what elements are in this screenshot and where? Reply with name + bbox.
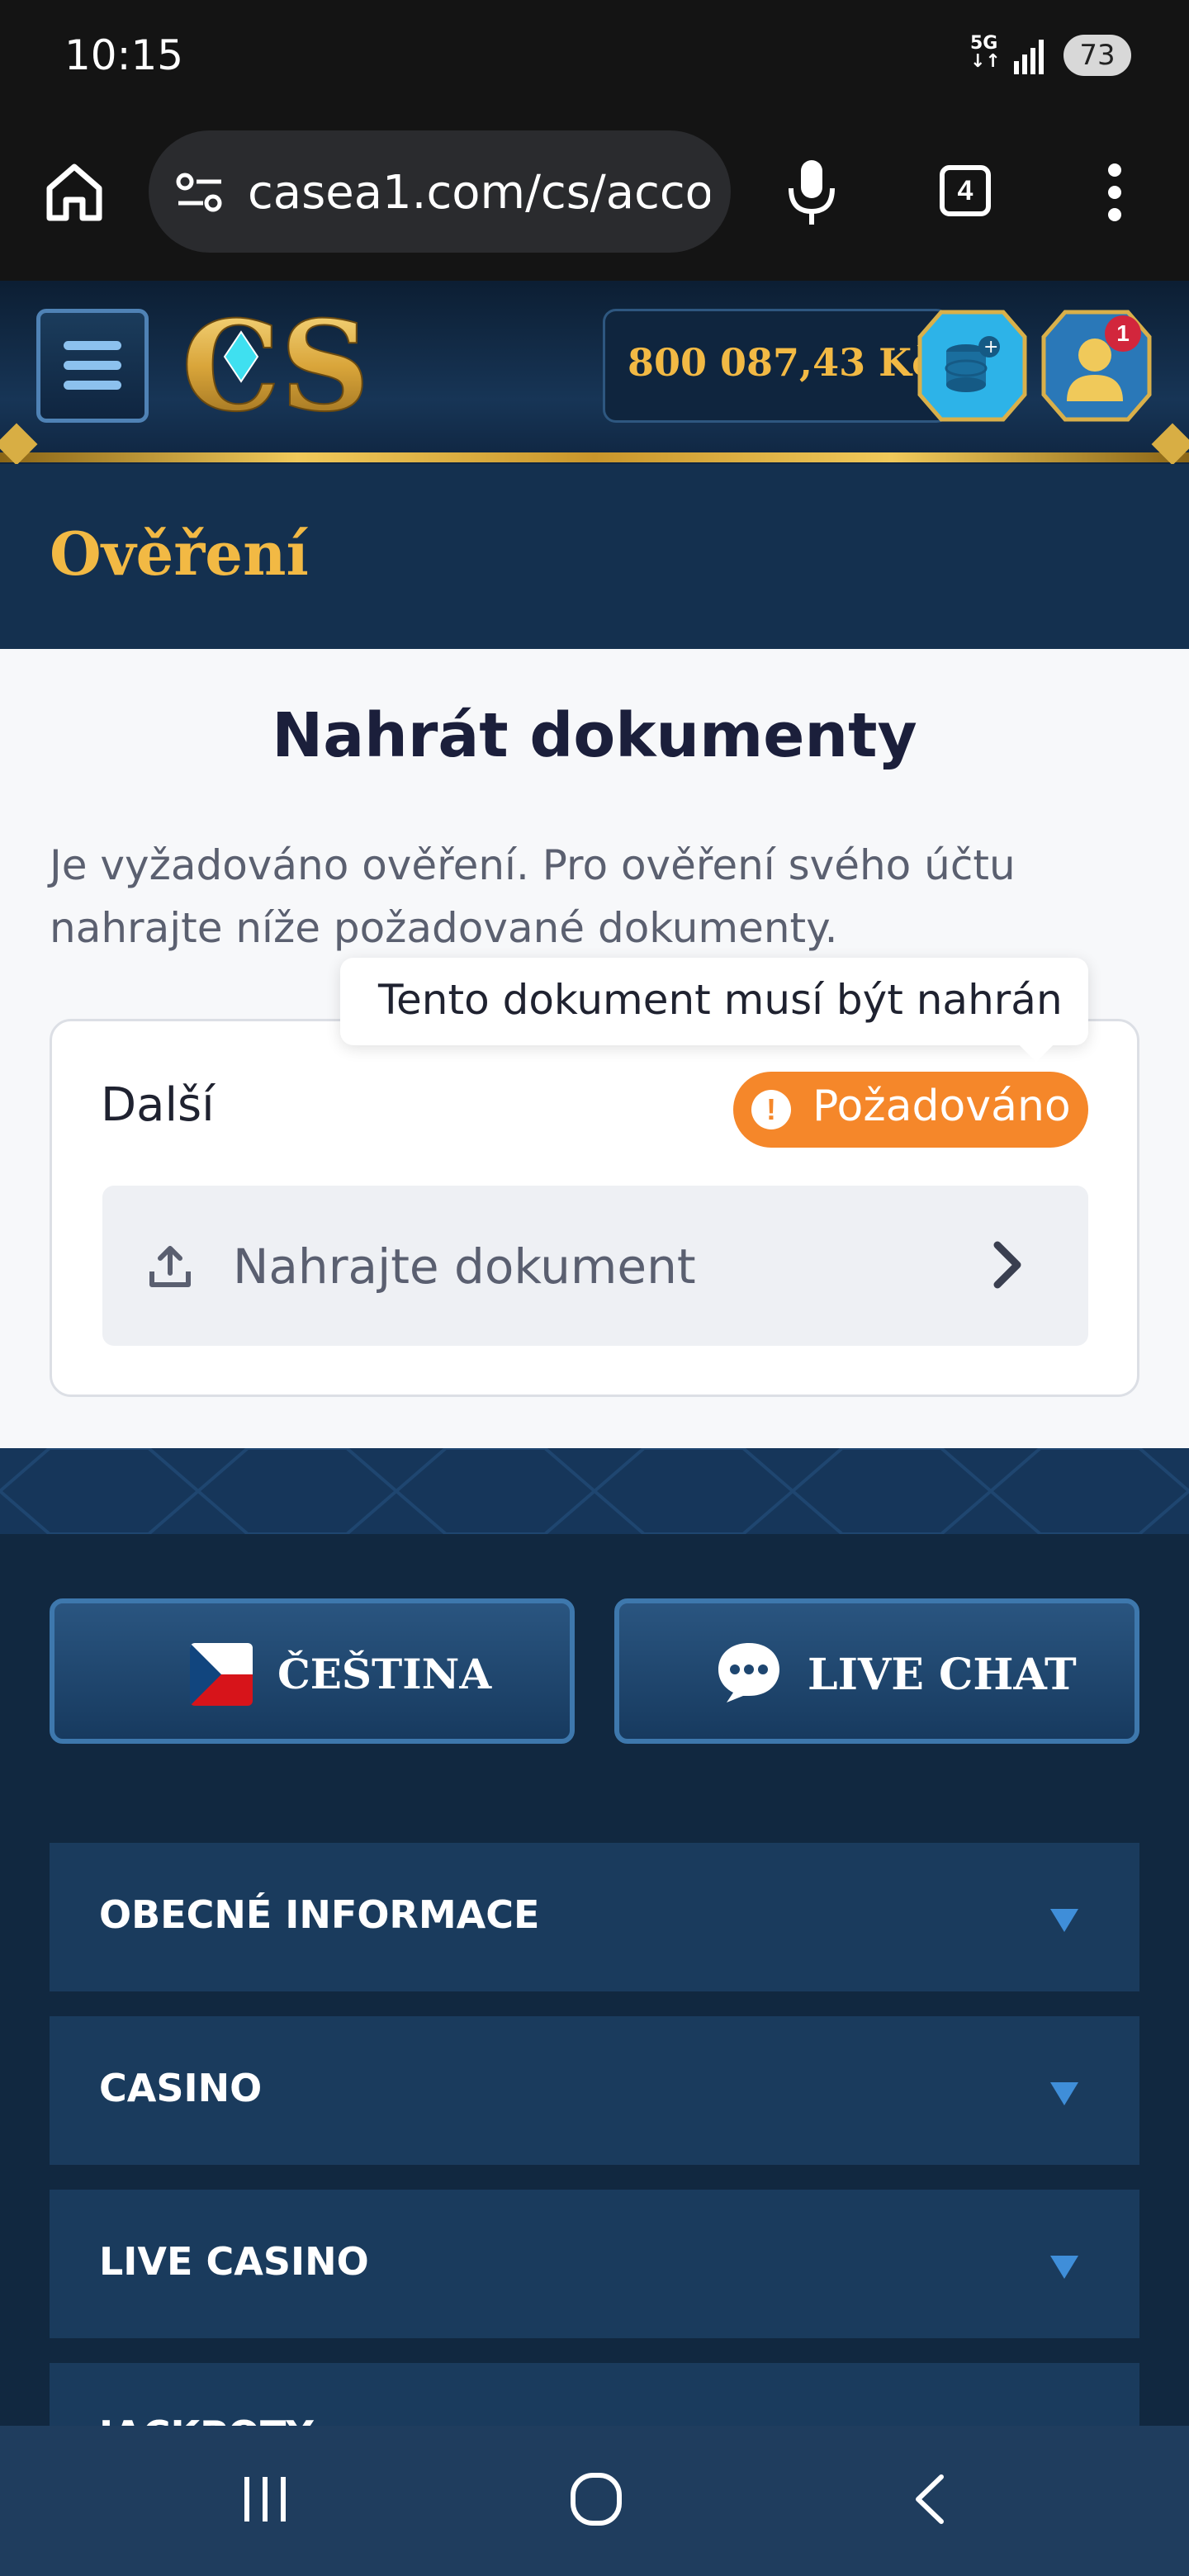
status-time: 10:15 — [64, 31, 184, 79]
back-icon[interactable] — [908, 2472, 950, 2526]
notification-badge: 1 — [1105, 315, 1141, 352]
tooltip-text: Tento dokument musí být nahrán — [378, 976, 1063, 1024]
exclamation-icon: ! — [751, 1090, 791, 1129]
language-label: ČEŠTINA — [277, 1650, 492, 1698]
triangle-down-icon — [1050, 2082, 1078, 2105]
site-settings-icon[interactable] — [175, 172, 225, 213]
chevron-right-icon — [993, 1241, 1021, 1289]
triangle-down-icon — [1050, 1909, 1078, 1932]
decorative-pattern-band — [0, 1448, 1189, 1534]
signal-icon — [1014, 40, 1044, 74]
svg-text:+: + — [983, 337, 998, 358]
more-options-icon[interactable] — [1103, 162, 1126, 223]
required-status-label: Požadováno — [812, 1082, 1071, 1131]
svg-text:CS: CS — [182, 304, 370, 428]
accordion-label: CASINO — [99, 2066, 263, 2110]
deposit-coins-icon[interactable]: + — [917, 309, 1028, 423]
recent-apps-icon[interactable] — [239, 2474, 291, 2525]
accordion-label: LIVE CASINO — [99, 2239, 369, 2284]
balance-amount: 800 087,43 Kč — [628, 340, 936, 385]
cs-logo[interactable]: CS — [182, 304, 396, 428]
upload-icon — [149, 1246, 191, 1287]
home-icon[interactable] — [43, 160, 106, 223]
document-title: Další — [101, 1078, 215, 1132]
page-title: Ověření — [50, 519, 309, 589]
header-gold-border — [0, 452, 1189, 462]
hamburger-menu-button[interactable] — [36, 309, 149, 423]
czech-flag-icon — [190, 1643, 253, 1706]
network-5g-icon: 5G ↓↑ — [970, 33, 1001, 72]
verification-intro: Je vyžadováno ověření. Pro ověření svého… — [50, 841, 1016, 952]
battery-icon: 73 — [1063, 35, 1131, 76]
upload-document-label: Nahrajte dokument — [233, 1238, 696, 1295]
chat-bubble-icon — [718, 1643, 779, 1702]
upload-heading: Nahrát dokumenty — [272, 700, 917, 771]
tab-switcher-button[interactable]: 4 — [940, 165, 991, 216]
triangle-down-icon — [1050, 2256, 1078, 2279]
url-text: casea1.com/cs/account — [248, 166, 710, 220]
live-chat-label: LIVE CHAT — [808, 1650, 1077, 1700]
accordion-label: OBECNÉ INFORMACE — [99, 1892, 540, 1937]
microphone-icon[interactable] — [784, 157, 839, 228]
home-nav-icon[interactable] — [570, 2470, 623, 2528]
